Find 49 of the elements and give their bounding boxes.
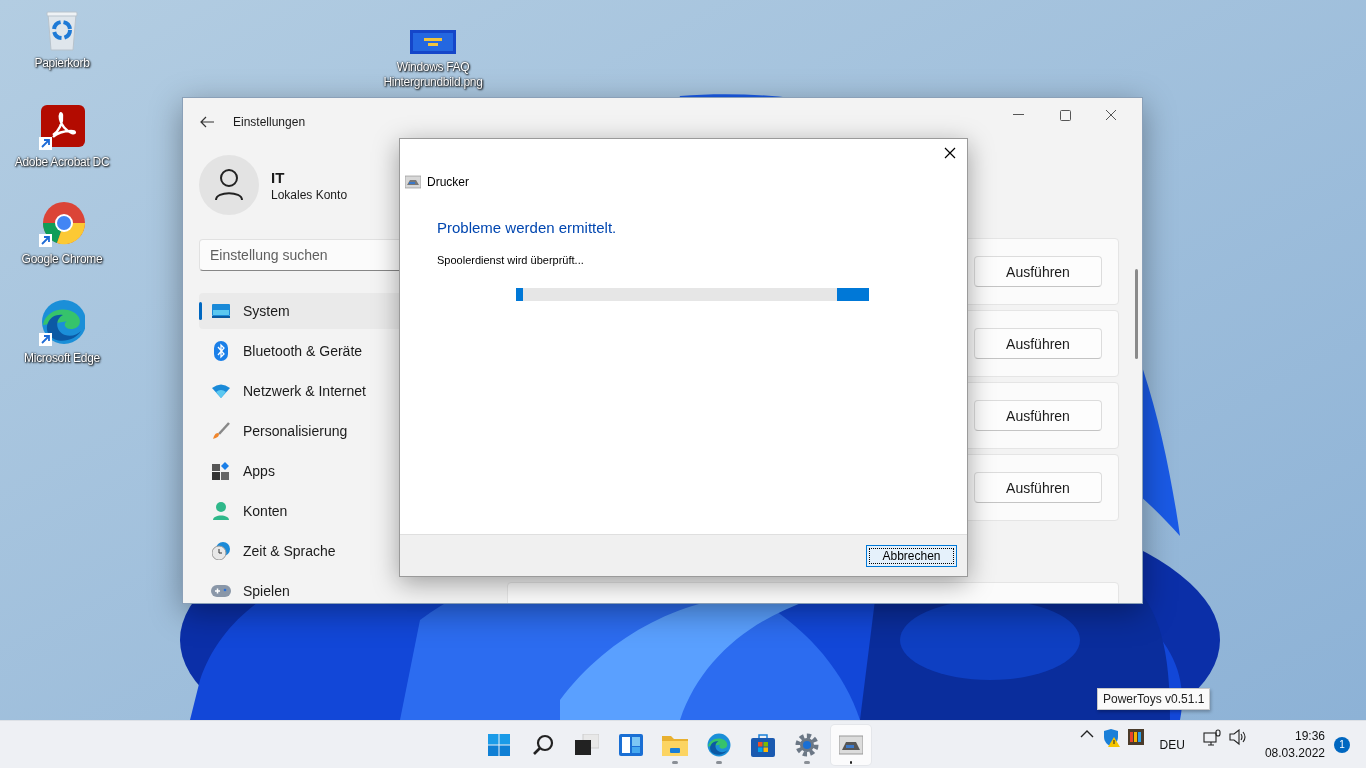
run-button[interactable]: Ausführen (974, 256, 1102, 287)
monitor-icon (212, 304, 230, 318)
notification-badge[interactable]: 1 (1334, 736, 1350, 753)
cancel-button[interactable]: Abbrechen (866, 544, 957, 567)
close-icon (1105, 109, 1117, 121)
icon-label: Papierkorb (34, 56, 90, 71)
account-type: Lokales Konto (271, 187, 348, 202)
dialog-heading: Probleme werden ermittelt. (437, 219, 618, 236)
gamepad-icon (211, 585, 231, 597)
image-file-icon[interactable] (410, 30, 456, 54)
gear-icon (795, 732, 819, 757)
clock-date[interactable]: 08.03.2022 (1264, 746, 1325, 760)
language-indicator[interactable]: DEU (1159, 737, 1185, 752)
dialog-title: Drucker (427, 175, 469, 189)
browser-icon[interactable] (39, 202, 85, 248)
edge-browser-icon[interactable] (39, 299, 85, 347)
scrollbar[interactable] (1135, 269, 1138, 359)
wifi-icon (212, 384, 230, 398)
store-bag-icon (751, 732, 775, 757)
close-icon (944, 147, 956, 159)
icon-label: Microsoft Edge (24, 351, 100, 366)
icon-label: Google Chrome (21, 252, 103, 267)
tooltip: PowerToys v0.51.1 (1097, 688, 1211, 710)
maximize-icon (1059, 109, 1071, 121)
printer-icon (839, 733, 863, 756)
taskbar-button[interactable] (831, 724, 871, 765)
search-icon (532, 733, 554, 756)
minimize-icon (1013, 114, 1025, 116)
window-title: Einstellungen (233, 115, 306, 129)
bluetooth-icon (214, 341, 228, 361)
account-name: IT (271, 168, 286, 186)
run-button[interactable]: Ausführen (974, 400, 1102, 431)
edge-browser-icon (707, 732, 731, 757)
icon-label: Adobe Acrobat DC (14, 155, 110, 170)
clock-time[interactable]: 19:36 (1294, 729, 1325, 743)
folder-icon (662, 733, 688, 756)
person-icon (213, 502, 229, 520)
start-icon (488, 733, 510, 756)
pdf-app-icon[interactable] (39, 105, 85, 151)
back-arrow-icon[interactable] (199, 114, 215, 130)
brush-icon (212, 422, 230, 440)
run-button[interactable]: Ausführen (974, 472, 1102, 503)
icon-label: Windows FAQ Hintergrundbild.png (382, 60, 484, 90)
clock-icon (212, 542, 230, 560)
windows-stack-icon (575, 733, 599, 756)
apps-icon (212, 462, 230, 480)
printer-icon (405, 175, 421, 189)
widgets-icon (619, 733, 643, 756)
run-button[interactable]: Ausführen (974, 328, 1102, 359)
